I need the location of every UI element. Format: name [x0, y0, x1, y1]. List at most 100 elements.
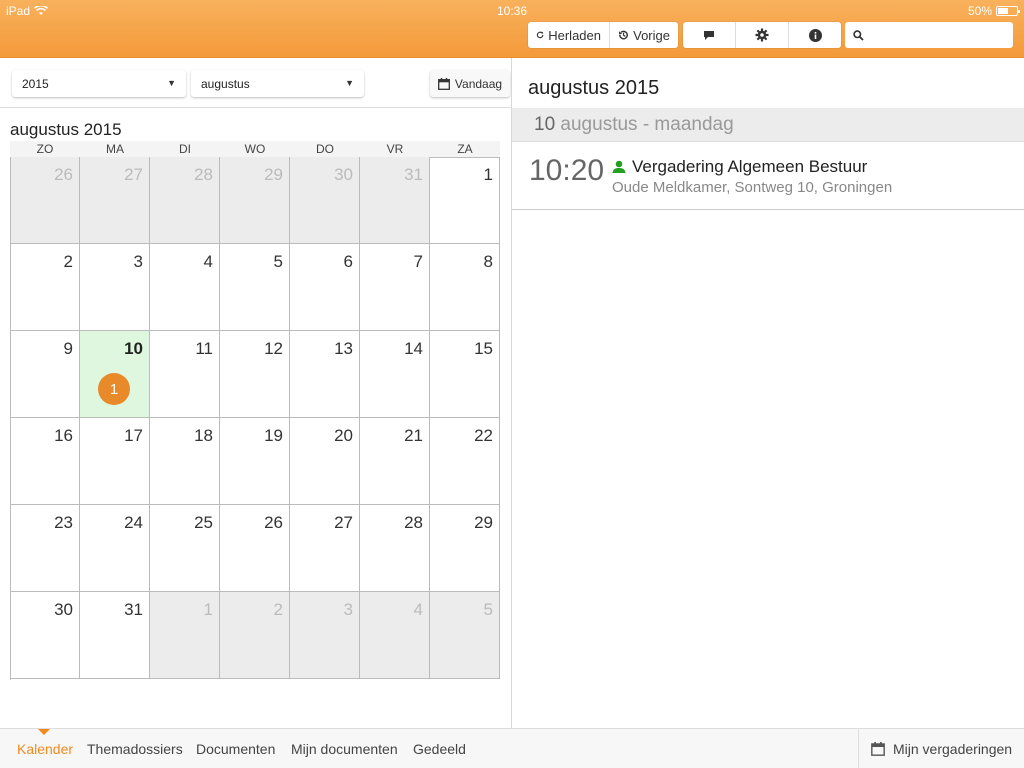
- previous-label: Vorige: [633, 27, 670, 43]
- day-number: 12: [264, 339, 283, 358]
- calendar-day[interactable]: 23: [11, 505, 80, 592]
- battery-icon: [996, 6, 1020, 16]
- calendar-day[interactable]: 17: [80, 418, 150, 505]
- calendar-day[interactable]: 13: [290, 331, 360, 418]
- day-number: 11: [195, 339, 213, 358]
- calendar-day[interactable]: 3: [80, 244, 150, 331]
- calendar-day[interactable]: 2: [220, 592, 290, 679]
- event-count-badge[interactable]: 1: [98, 373, 130, 405]
- calendar-day[interactable]: 26: [11, 157, 80, 244]
- day-number: 18: [194, 426, 213, 445]
- day-number: 25: [194, 513, 213, 532]
- calendar-day[interactable]: 20: [290, 418, 360, 505]
- weekday-label: VR: [386, 142, 404, 156]
- calendar-day[interactable]: 31: [80, 592, 150, 679]
- day-number: 26: [264, 513, 283, 532]
- today-button[interactable]: Vandaag: [430, 70, 510, 97]
- calendar-day[interactable]: 18: [150, 418, 220, 505]
- clock: 10:36: [496, 4, 528, 18]
- weekday-label: ZA: [457, 142, 473, 156]
- tab-gedeeld[interactable]: Gedeeld: [413, 741, 466, 757]
- year-select[interactable]: 2015 ▼: [12, 70, 186, 97]
- day-number: 29: [474, 513, 493, 532]
- tab-themadossiers[interactable]: Themadossiers: [87, 741, 183, 757]
- reload-button[interactable]: Herladen: [528, 22, 610, 48]
- calendar-day[interactable]: 14: [360, 331, 430, 418]
- month-select[interactable]: augustus ▼: [191, 70, 364, 97]
- calendar-day[interactable]: 19: [220, 418, 290, 505]
- calendar-day[interactable]: 1: [430, 157, 500, 244]
- weekday-label: ZO: [36, 142, 54, 156]
- day-number: 31: [124, 600, 143, 619]
- info-button[interactable]: [789, 22, 841, 48]
- mijn-vergaderingen-label: Mijn vergaderingen: [893, 741, 1013, 757]
- calendar-day[interactable]: 24: [80, 505, 150, 592]
- day-number: 22: [474, 426, 493, 445]
- day-number: 2: [63, 252, 73, 271]
- tab-mijn-vergaderingen[interactable]: Mijn vergaderingen: [858, 729, 1024, 768]
- calendar-day[interactable]: 12: [220, 331, 290, 418]
- calendar-day[interactable]: 25: [150, 505, 220, 592]
- calendar-day[interactable]: 27: [80, 157, 150, 244]
- calendar-day[interactable]: 9: [11, 331, 80, 418]
- calendar-day[interactable]: 5: [220, 244, 290, 331]
- weekday-label: WO: [244, 142, 266, 156]
- calendar-day[interactable]: 29: [220, 157, 290, 244]
- calendar-day[interactable]: 22: [430, 418, 500, 505]
- gear-icon: [755, 28, 769, 42]
- calendar-day[interactable]: 6: [290, 244, 360, 331]
- calendar-day[interactable]: 2: [11, 244, 80, 331]
- event-title-row: Vergadering Algemeen Bestuur: [612, 157, 867, 177]
- tab-documenten[interactable]: Documenten: [196, 741, 275, 757]
- calendar-day[interactable]: 8: [430, 244, 500, 331]
- calendar-day[interactable]: 5: [430, 592, 500, 679]
- calendar-day[interactable]: 15: [430, 331, 500, 418]
- history-icon: [618, 30, 628, 40]
- day-number: 16: [54, 426, 73, 445]
- tab-kalender[interactable]: Kalender: [17, 741, 73, 757]
- year-value: 2015: [22, 76, 49, 91]
- day-number: 10: [124, 339, 143, 358]
- day-number: 14: [404, 339, 423, 358]
- previous-button[interactable]: Vorige: [610, 22, 678, 48]
- calendar-day[interactable]: 16: [11, 418, 80, 505]
- day-number: 23: [54, 513, 73, 532]
- day-number: 17: [124, 426, 143, 445]
- tab-mijn-documenten[interactable]: Mijn documenten: [291, 741, 398, 757]
- weekday-label: DO: [316, 142, 334, 156]
- calendar-day[interactable]: 26: [220, 505, 290, 592]
- settings-button[interactable]: [736, 22, 789, 48]
- calendar-day[interactable]: 30: [290, 157, 360, 244]
- calendar-day[interactable]: 28: [150, 157, 220, 244]
- day-number: 3: [343, 600, 353, 619]
- calendar-day-today[interactable]: 10 1: [80, 331, 150, 418]
- day-number: 26: [54, 165, 73, 184]
- person-icon: [612, 160, 626, 173]
- calendar-day[interactable]: 28: [360, 505, 430, 592]
- day-number: 10: [534, 114, 556, 135]
- battery: 50%: [968, 4, 1020, 18]
- day-number: 30: [54, 600, 73, 619]
- search-icon: [853, 29, 864, 41]
- calendar-day[interactable]: 4: [360, 592, 430, 679]
- calendar-day[interactable]: 31: [360, 157, 430, 244]
- day-number: 7: [413, 252, 423, 271]
- calendar-day[interactable]: 21: [360, 418, 430, 505]
- messages-button[interactable]: [683, 22, 736, 48]
- calendar-day[interactable]: 11: [150, 331, 220, 418]
- calendar-day[interactable]: 4: [150, 244, 220, 331]
- calendar-day[interactable]: 3: [290, 592, 360, 679]
- calendar-day[interactable]: 27: [290, 505, 360, 592]
- action-button-group: [683, 22, 841, 48]
- calendar-day[interactable]: 30: [11, 592, 80, 679]
- filters-divider: [0, 107, 511, 108]
- calendar-day[interactable]: 1: [150, 592, 220, 679]
- calendar-day[interactable]: 29: [430, 505, 500, 592]
- calendar-day[interactable]: 7: [360, 244, 430, 331]
- day-header: 10 augustus - maandag: [512, 108, 1024, 142]
- day-number: 13: [334, 339, 353, 358]
- day-number: 27: [124, 165, 143, 184]
- search-field[interactable]: [845, 22, 1013, 48]
- event-item[interactable]: 10:20 Vergadering Algemeen Bestuur Oude …: [512, 142, 1024, 210]
- day-number: 4: [413, 600, 423, 619]
